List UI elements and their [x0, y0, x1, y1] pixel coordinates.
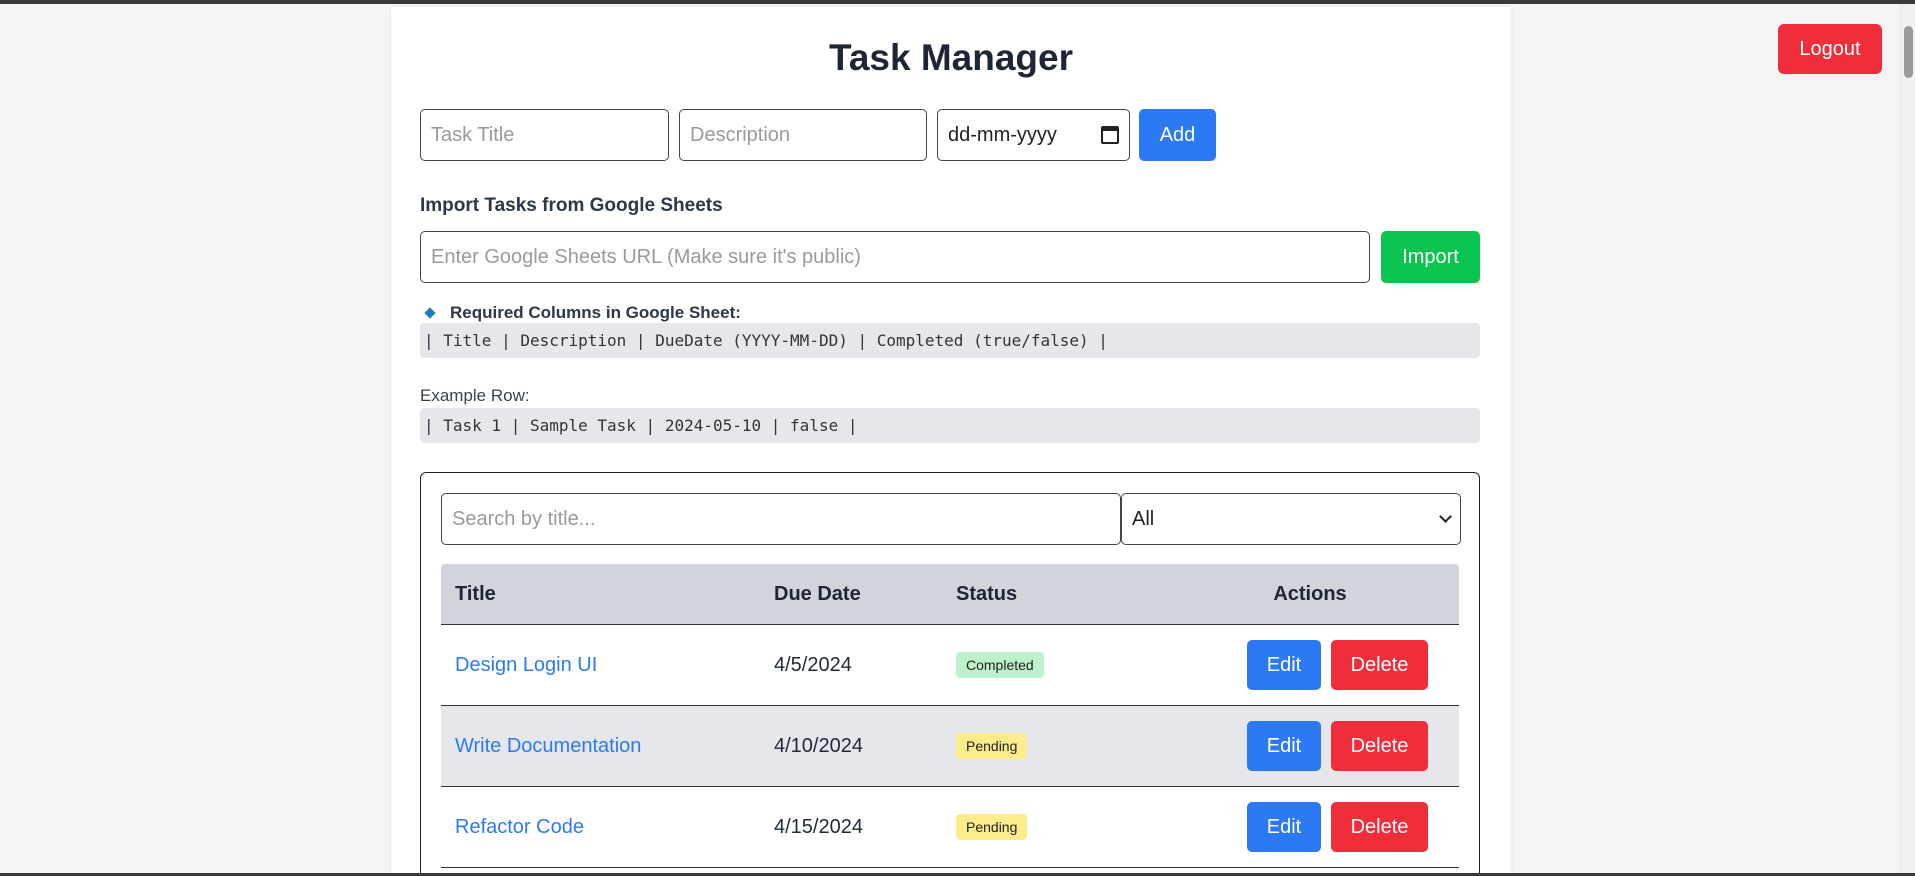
- header-due-date: Due Date: [774, 582, 861, 605]
- table-row: Design Login UI 4/5/2024 Completed Edit …: [441, 625, 1459, 706]
- add-task-button[interactable]: Add: [1139, 109, 1216, 161]
- task-due-date: 4/15/2024: [774, 815, 863, 838]
- task-title-link[interactable]: Design Login UI: [455, 654, 597, 676]
- search-input[interactable]: Search by title...: [441, 493, 1121, 545]
- table-row: Write Documentation 4/10/2024 Pending Ed…: [441, 706, 1459, 787]
- required-columns-label: Required Columns in Google Sheet:: [450, 303, 741, 322]
- logout-button[interactable]: Logout: [1778, 24, 1882, 74]
- example-row-label: Example Row:: [420, 386, 530, 405]
- description-placeholder: Description: [690, 123, 791, 146]
- window-top-border: [0, 0, 1915, 4]
- edit-button[interactable]: Edit: [1247, 721, 1321, 771]
- import-button[interactable]: Import: [1381, 231, 1480, 283]
- task-due-date: 4/10/2024: [774, 734, 863, 757]
- edit-button[interactable]: Edit: [1247, 640, 1321, 690]
- required-columns-line: Required Columns in Google Sheet:: [424, 303, 741, 323]
- header-actions: Actions: [1273, 582, 1347, 605]
- description-input[interactable]: Description: [679, 109, 927, 161]
- sheets-url-placeholder: Enter Google Sheets URL (Make sure it's …: [431, 245, 861, 268]
- status-badge: Pending: [956, 733, 1028, 759]
- task-table: Title Due Date Status Actions Design Log…: [441, 564, 1459, 868]
- task-title-placeholder: Task Title: [431, 123, 515, 146]
- delete-button[interactable]: Delete: [1331, 721, 1428, 771]
- sheets-url-input[interactable]: Enter Google Sheets URL (Make sure it's …: [420, 231, 1370, 283]
- header-status: Status: [956, 582, 1018, 605]
- task-title-input[interactable]: Task Title: [420, 109, 669, 161]
- status-filter-value: All: [1132, 507, 1155, 530]
- task-manager-card: Task Manager Task Title Description dd-m…: [391, 7, 1511, 876]
- edit-button[interactable]: Edit: [1247, 802, 1321, 852]
- header-title: Title: [455, 582, 496, 605]
- delete-button[interactable]: Delete: [1331, 802, 1428, 852]
- import-heading: Import Tasks from Google Sheets: [420, 195, 723, 216]
- page-scrollbar[interactable]: [1900, 4, 1915, 873]
- due-date-placeholder: dd-mm-yyyy: [948, 123, 1057, 146]
- task-list-panel: Search by title... All Title Due Date St…: [420, 472, 1480, 876]
- table-header: Title Due Date Status Actions: [441, 564, 1459, 625]
- task-title-link[interactable]: Refactor Code: [455, 816, 584, 838]
- table-row: Refactor Code 4/15/2024 Pending Edit Del…: [441, 787, 1459, 868]
- task-title-link[interactable]: Write Documentation: [455, 735, 641, 757]
- required-columns-code: | Title | Description | DueDate (YYYY-MM…: [420, 323, 1480, 358]
- delete-button[interactable]: Delete: [1331, 640, 1428, 690]
- diamond-bullet-icon: [424, 307, 436, 319]
- search-placeholder: Search by title...: [452, 507, 596, 530]
- example-row-code: | Task 1 | Sample Task | 2024-05-10 | fa…: [420, 408, 1480, 443]
- status-filter-select[interactable]: All: [1121, 493, 1461, 545]
- chevron-down-icon: [1439, 510, 1452, 523]
- calendar-icon[interactable]: [1101, 126, 1119, 144]
- page-title: Task Manager: [828, 37, 1074, 78]
- task-due-date: 4/5/2024: [774, 653, 852, 676]
- status-badge: Completed: [956, 652, 1044, 678]
- status-badge: Pending: [956, 814, 1028, 840]
- due-date-input[interactable]: dd-mm-yyyy: [937, 109, 1130, 161]
- scrollbar-thumb[interactable]: [1904, 26, 1913, 78]
